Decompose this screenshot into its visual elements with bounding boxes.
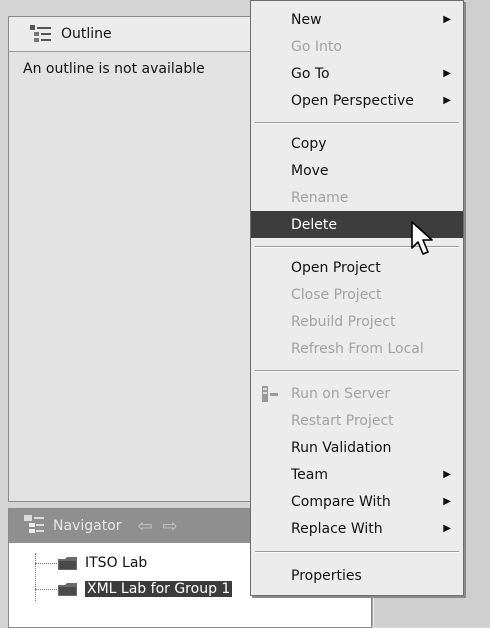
menu-item-go-to[interactable]: Go To ▶ [251, 60, 463, 87]
menu-separator [255, 122, 459, 124]
menu-item-replace-with[interactable]: Replace With ▶ [251, 515, 463, 542]
menu-item-close-project[interactable]: Close Project [251, 281, 463, 308]
submenu-arrow-icon: ▶ [443, 14, 451, 25]
navigator-header[interactable]: Navigator ⇦ ⇨ [9, 509, 265, 543]
tree-item-itso-lab[interactable]: ITSO Lab [57, 552, 147, 574]
forward-arrow-icon[interactable]: ⇨ [163, 516, 178, 537]
submenu-arrow-icon: ▶ [443, 68, 451, 79]
menu-item-run-validation[interactable]: Run Validation [251, 434, 463, 461]
menu-item-rename[interactable]: Rename [251, 184, 463, 211]
project-folder-icon [57, 555, 79, 571]
menu-item-run-on-server[interactable]: Run on Server [251, 380, 463, 407]
menu-item-copy[interactable]: Copy [251, 130, 463, 157]
menu-item-open-perspective[interactable]: Open Perspective ▶ [251, 87, 463, 114]
tree-item-xml-lab[interactable]: XML Lab for Group 1 [57, 578, 233, 600]
menu-item-go-into[interactable]: Go Into [251, 33, 463, 60]
outline-icon [29, 24, 53, 44]
submenu-arrow-icon: ▶ [443, 469, 451, 480]
menu-item-restart-project[interactable]: Restart Project [251, 407, 463, 434]
menu-item-properties[interactable]: Properties [251, 562, 463, 589]
submenu-arrow-icon: ▶ [443, 95, 451, 106]
menu-separator [255, 370, 459, 372]
project-folder-icon [57, 581, 79, 597]
menu-separator [255, 551, 459, 553]
mouse-pointer-icon [410, 220, 436, 262]
menu-item-move[interactable]: Move [251, 157, 463, 184]
menu-item-rebuild-project[interactable]: Rebuild Project [251, 308, 463, 335]
submenu-arrow-icon: ▶ [443, 523, 451, 534]
navigator-title: Navigator [53, 518, 122, 534]
navigator-icon [23, 514, 45, 538]
context-menu: New ▶ Go Into Go To ▶ Open Perspective ▶… [250, 0, 464, 596]
outline-title: Outline [61, 26, 112, 42]
outline-empty-message: An outline is not available [23, 61, 205, 77]
menu-item-compare-with[interactable]: Compare With ▶ [251, 488, 463, 515]
menu-item-team[interactable]: Team ▶ [251, 461, 463, 488]
run-on-server-icon [261, 385, 279, 407]
submenu-arrow-icon: ▶ [443, 496, 451, 507]
menu-item-refresh-from-local[interactable]: Refresh From Local [251, 335, 463, 362]
back-arrow-icon[interactable]: ⇦ [138, 516, 153, 537]
menu-item-new[interactable]: New ▶ [251, 6, 463, 33]
tree-item-label: XML Lab for Group 1 [85, 581, 233, 597]
tree-item-label: ITSO Lab [85, 555, 148, 571]
